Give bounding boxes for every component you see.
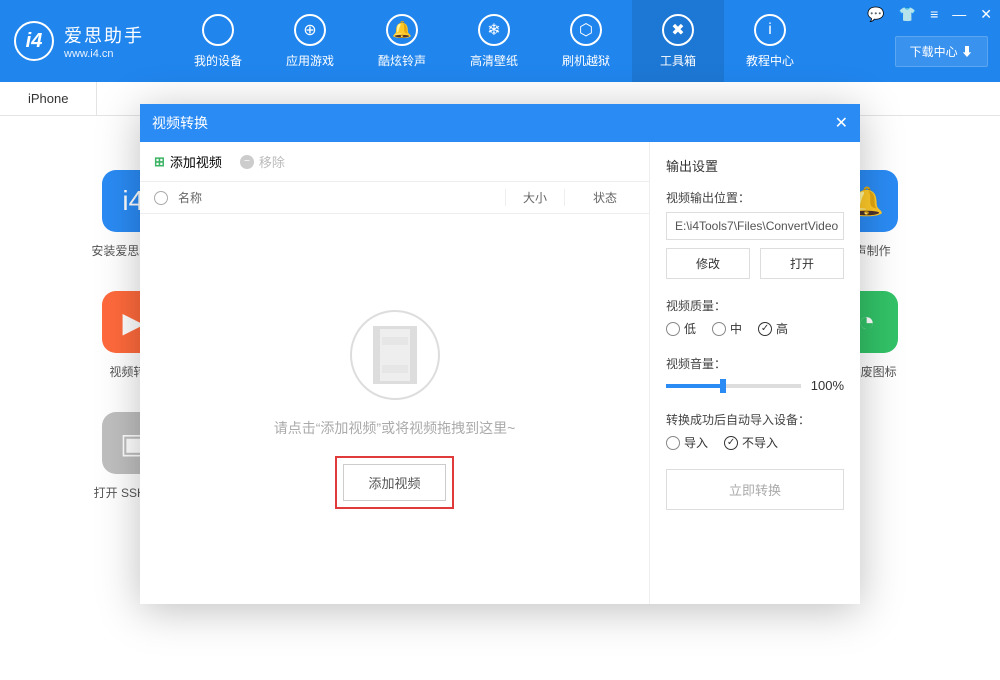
dialog-toolbar: ⊞添加视频 −移除 — [140, 142, 649, 182]
dialog-title: 视频转换 — [152, 113, 208, 133]
appstore-icon: ⊕ — [294, 14, 326, 46]
open-path-button[interactable]: 打开 — [760, 248, 844, 279]
menu-icon[interactable]: ≡ — [930, 6, 938, 23]
add-video-center-button[interactable]: 添加视频 — [343, 464, 445, 501]
quality-low-radio[interactable]: 低 — [666, 320, 696, 337]
window-controls: 💬 👕 ≡ — ✕ — [867, 6, 992, 23]
video-convert-dialog: 视频转换 ✕ ⊞添加视频 −移除 名称 大小 状态 请点击“添加视频”或将视频拖… — [140, 104, 860, 604]
col-name: 名称 — [178, 189, 495, 206]
skin-icon[interactable]: 👕 — [899, 6, 916, 23]
app-title: 爱思助手 — [64, 22, 144, 48]
output-settings-pane: 输出设置 视频输出位置： E:\i4Tools7\Files\ConvertVi… — [650, 142, 860, 604]
nav-jailbreak[interactable]: ⬡刷机越狱 — [540, 0, 632, 82]
bell-icon: 🔔 — [386, 14, 418, 46]
logo-icon: i4 — [14, 21, 54, 61]
main-nav: 我的设备 ⊕应用游戏 🔔酷炫铃声 ❄高清壁纸 ⬡刷机越狱 ✖工具箱 i教程中心 — [172, 0, 816, 82]
output-path-label: 视频输出位置： — [666, 189, 844, 206]
output-path-field[interactable]: E:\i4Tools7\Files\ConvertVideo — [666, 212, 844, 240]
drop-zone[interactable]: 请点击“添加视频”或将视频拖拽到这里~ 添加视频 — [140, 214, 649, 604]
box-icon: ⬡ — [570, 14, 602, 46]
import-yes-radio[interactable]: 导入 — [666, 434, 708, 451]
dialog-left-pane: ⊞添加视频 −移除 名称 大小 状态 请点击“添加视频”或将视频拖拽到这里~ 添… — [140, 142, 650, 604]
download-center-button[interactable]: 下载中心 ⬇ — [895, 36, 988, 67]
minimize-button[interactable]: — — [952, 6, 966, 23]
nav-ringtones[interactable]: 🔔酷炫铃声 — [356, 0, 448, 82]
add-video-highlight: 添加视频 — [335, 456, 453, 509]
app-site: www.i4.cn — [64, 48, 144, 60]
nav-apps-games[interactable]: ⊕应用游戏 — [264, 0, 356, 82]
volume-label: 视频音量： — [666, 355, 844, 372]
dialog-header: 视频转换 ✕ — [140, 104, 860, 142]
plus-icon: ⊞ — [154, 154, 165, 170]
film-icon — [350, 310, 440, 400]
drop-hint: 请点击“添加视频”或将视频拖拽到这里~ — [274, 418, 516, 438]
feedback-icon[interactable]: 💬 — [867, 6, 884, 23]
add-video-button[interactable]: ⊞添加视频 — [154, 152, 222, 171]
nav-toolbox[interactable]: ✖工具箱 — [632, 0, 724, 82]
settings-heading: 输出设置 — [666, 156, 844, 175]
col-size: 大小 — [505, 189, 565, 206]
convert-now-button[interactable]: 立即转换 — [666, 469, 844, 510]
nav-my-device[interactable]: 我的设备 — [172, 0, 264, 82]
apple-icon — [202, 14, 234, 46]
tools-icon: ✖ — [662, 14, 694, 46]
modify-path-button[interactable]: 修改 — [666, 248, 750, 279]
quality-high-radio[interactable]: 高 — [758, 320, 788, 337]
volume-slider[interactable]: 100% — [666, 378, 844, 393]
import-no-radio[interactable]: 不导入 — [724, 434, 778, 451]
col-state: 状态 — [575, 189, 635, 206]
top-bar: i4 爱思助手 www.i4.cn 我的设备 ⊕应用游戏 🔔酷炫铃声 ❄高清壁纸… — [0, 0, 1000, 82]
nav-tutorials[interactable]: i教程中心 — [724, 0, 816, 82]
select-all-checkbox[interactable] — [154, 191, 168, 205]
list-header: 名称 大小 状态 — [140, 182, 649, 214]
volume-value: 100% — [811, 378, 844, 393]
nav-wallpapers[interactable]: ❄高清壁纸 — [448, 0, 540, 82]
app-logo: i4 爱思助手 www.i4.cn — [0, 21, 158, 61]
close-button[interactable]: ✕ — [980, 6, 992, 23]
quality-label: 视频质量： — [666, 297, 844, 314]
info-icon: i — [754, 14, 786, 46]
remove-icon: − — [240, 155, 254, 169]
flower-icon: ❄ — [478, 14, 510, 46]
dialog-close-button[interactable]: ✕ — [835, 113, 848, 133]
auto-import-label: 转换成功后自动导入设备： — [666, 411, 844, 428]
remove-video-button: −移除 — [240, 152, 285, 171]
quality-mid-radio[interactable]: 中 — [712, 320, 742, 337]
tab-iphone[interactable]: iPhone — [0, 82, 97, 115]
